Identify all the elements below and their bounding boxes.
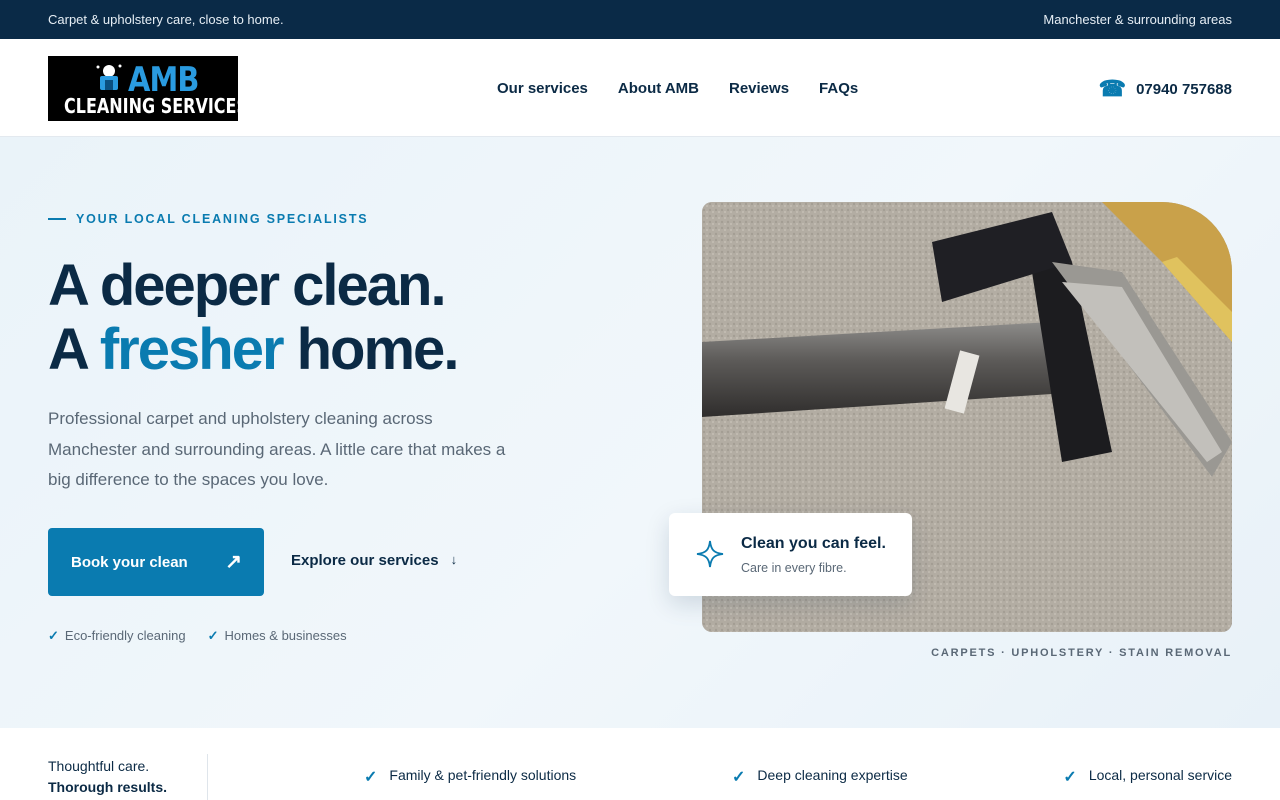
headline-line1: A deeper clean. (48, 253, 447, 318)
strip-divider (207, 754, 208, 800)
nav-reviews[interactable]: Reviews (729, 80, 789, 97)
book-your-clean-button[interactable]: Book your clean ↗ (48, 528, 264, 596)
sparkle-icon (696, 540, 724, 568)
nav-our-services[interactable]: Our services (497, 80, 588, 97)
hero-section: YOUR LOCAL CLEANING SPECIALISTS A deeper… (0, 137, 1280, 728)
eyebrow-dash (48, 218, 66, 220)
feature-label: Deep cleaning expertise (757, 767, 908, 783)
feature-label: Family & pet-friendly solutions (389, 767, 577, 783)
check-item: ✓ Eco-friendly cleaning (48, 628, 186, 644)
hero-headline: A deeper clean. A fresher home. (48, 253, 460, 382)
top-bar: Carpet & upholstery care, close to home.… (0, 0, 1280, 39)
card-title: Clean you can feel. (741, 535, 886, 552)
check-icon: ✓ (364, 769, 378, 786)
phone-icon: ☎ (1098, 76, 1127, 101)
main-nav: Our services About AMB Reviews FAQs (497, 80, 858, 97)
nav-faqs[interactable]: FAQs (819, 80, 858, 97)
eyebrow-text: YOUR LOCAL CLEANING SPECIALISTS (76, 212, 369, 226)
check-item: ✓ Homes & businesses (208, 628, 347, 644)
check-label: Eco-friendly cleaning (64, 628, 186, 643)
features-strip: Thoughtful care. Thorough results. ✓ Fam… (0, 728, 1280, 800)
check-icon: ✓ (207, 628, 219, 643)
amb-logo[interactable]: AMB CLEANING SERVICES (48, 56, 248, 121)
logo-subtitle: CLEANING SERVICES (64, 94, 248, 118)
arrow-down-icon: ↓ (450, 552, 458, 567)
headline-pre: A (48, 317, 100, 382)
mascot-icon (96, 64, 122, 90)
feature-item: ✓ Deep cleaning expertise (732, 767, 908, 787)
hero-eyebrow: YOUR LOCAL CLEANING SPECIALISTS (48, 212, 368, 226)
photo-caption: CARPETS · UPHOLSTERY · STAIN REMOVAL (931, 647, 1232, 659)
arrow-up-right-icon: ↗ (225, 551, 242, 573)
phone-number: 07940 757688 (1136, 80, 1232, 98)
feature-item: ✓ Local, personal service (1063, 767, 1232, 787)
headline-post: home. (282, 317, 460, 382)
feature-item: ✓ Family & pet-friendly solutions (364, 767, 576, 787)
book-button-label: Book your clean (71, 553, 188, 571)
headline-accent: fresher (99, 317, 285, 382)
topbar-area: Manchester & surrounding areas (1043, 12, 1232, 27)
check-icon: ✓ (732, 769, 746, 786)
check-icon: ✓ (48, 628, 59, 643)
hero-description: Professional carpet and upholstery clean… (48, 409, 506, 489)
site-header: AMB CLEANING SERVICES Our services About… (0, 39, 1280, 137)
nav-about[interactable]: About AMB (618, 80, 699, 97)
explore-services-link[interactable]: Explore our services ↓ (291, 552, 457, 569)
check-label: Homes & businesses (224, 628, 347, 643)
check-icon: ✓ (1063, 769, 1077, 786)
tagline-line2: Thorough results. (48, 779, 167, 795)
feature-card: Clean you can feel. Care in every fibre. (669, 513, 912, 596)
phone-link[interactable]: ☎ 07940 757688 (1099, 78, 1232, 100)
card-subtitle: Care in every fibre. (741, 561, 847, 575)
hero-checks: ✓ Eco-friendly cleaning ✓ Homes & business… (48, 628, 347, 644)
explore-label: Explore our services (291, 552, 439, 569)
strip-tagline: Thoughtful care. Thorough results. (48, 756, 167, 798)
tagline-line1: Thoughtful care. (48, 758, 150, 774)
topbar-tagline: Carpet & upholstery care, close to home. (48, 12, 284, 27)
feature-label: Local, personal service (1088, 767, 1232, 783)
